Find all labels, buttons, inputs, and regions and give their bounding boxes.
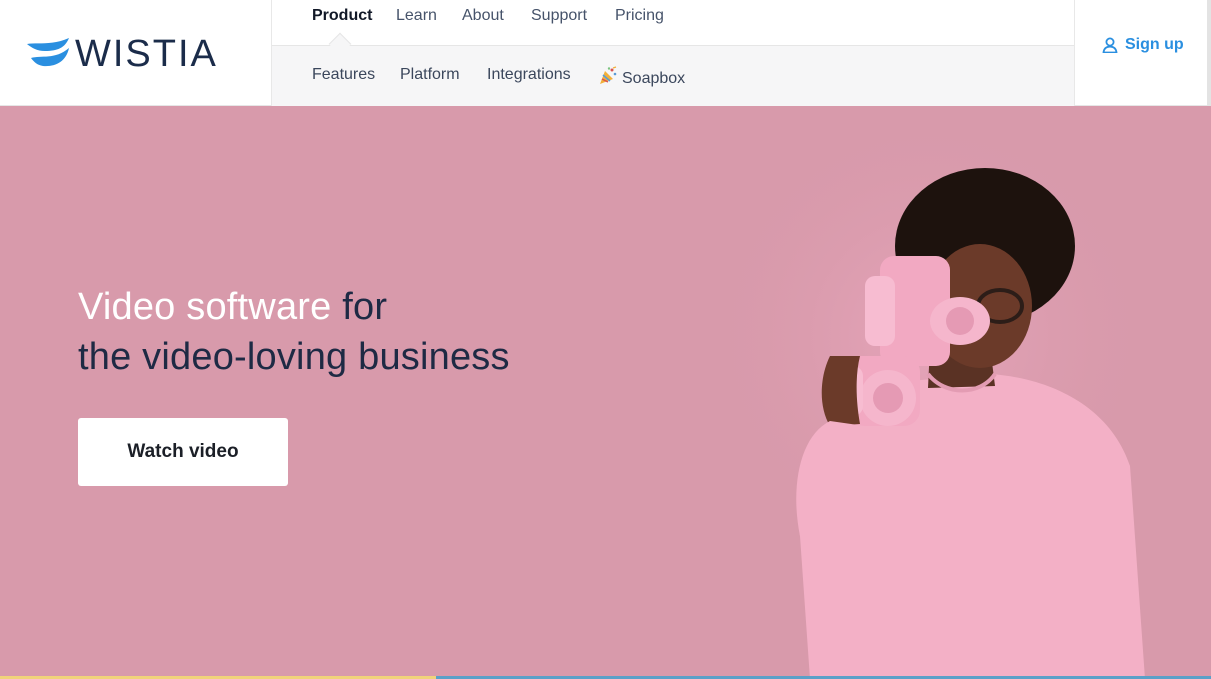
subnav-item-integrations[interactable]: Integrations bbox=[487, 66, 571, 84]
subnav-item-platform[interactable]: Platform bbox=[400, 66, 460, 84]
subnav-item-features[interactable]: Features bbox=[312, 66, 375, 84]
main-navigation: Product Learn About Support Pricing Feat… bbox=[272, 0, 1074, 106]
site-header: WISTIA Product Learn About Support Prici… bbox=[0, 0, 1211, 106]
subnav-item-soapbox-label: Soapbox bbox=[622, 70, 686, 87]
signup-label: Sign up bbox=[1125, 36, 1184, 53]
party-popper-icon bbox=[600, 66, 617, 84]
scrollbar-edge bbox=[1207, 0, 1211, 106]
hero-headline-line2: the video-loving business bbox=[78, 336, 510, 378]
hero-section: Video software for the video-loving busi… bbox=[0, 106, 1211, 679]
user-icon bbox=[1102, 37, 1118, 53]
secondary-nav: Features Platform Integrations Soapbox bbox=[272, 46, 1074, 106]
account-area: Sign up bbox=[1074, 0, 1207, 106]
logo-link[interactable]: WISTIA bbox=[0, 0, 272, 106]
primary-nav: Product Learn About Support Pricing bbox=[272, 0, 1074, 46]
nav-item-product[interactable]: Product bbox=[312, 7, 372, 25]
person-with-camera-image bbox=[700, 106, 1160, 679]
wistia-logo-icon bbox=[27, 38, 69, 67]
hero-headline-rest: for bbox=[331, 286, 388, 328]
subnav-item-soapbox[interactable]: Soapbox bbox=[598, 66, 685, 88]
hero-headline: Video software for the video-loving busi… bbox=[78, 282, 510, 382]
hero-headline-highlight: Video software bbox=[78, 286, 332, 328]
nav-item-pricing[interactable]: Pricing bbox=[615, 7, 664, 25]
watch-video-button[interactable]: Watch video bbox=[78, 418, 288, 486]
brand-wordmark: WISTIA bbox=[75, 33, 218, 75]
nav-item-about[interactable]: About bbox=[462, 7, 504, 25]
nav-item-learn[interactable]: Learn bbox=[396, 7, 437, 25]
signup-link[interactable]: Sign up bbox=[1102, 36, 1184, 54]
nav-item-support[interactable]: Support bbox=[531, 7, 587, 25]
